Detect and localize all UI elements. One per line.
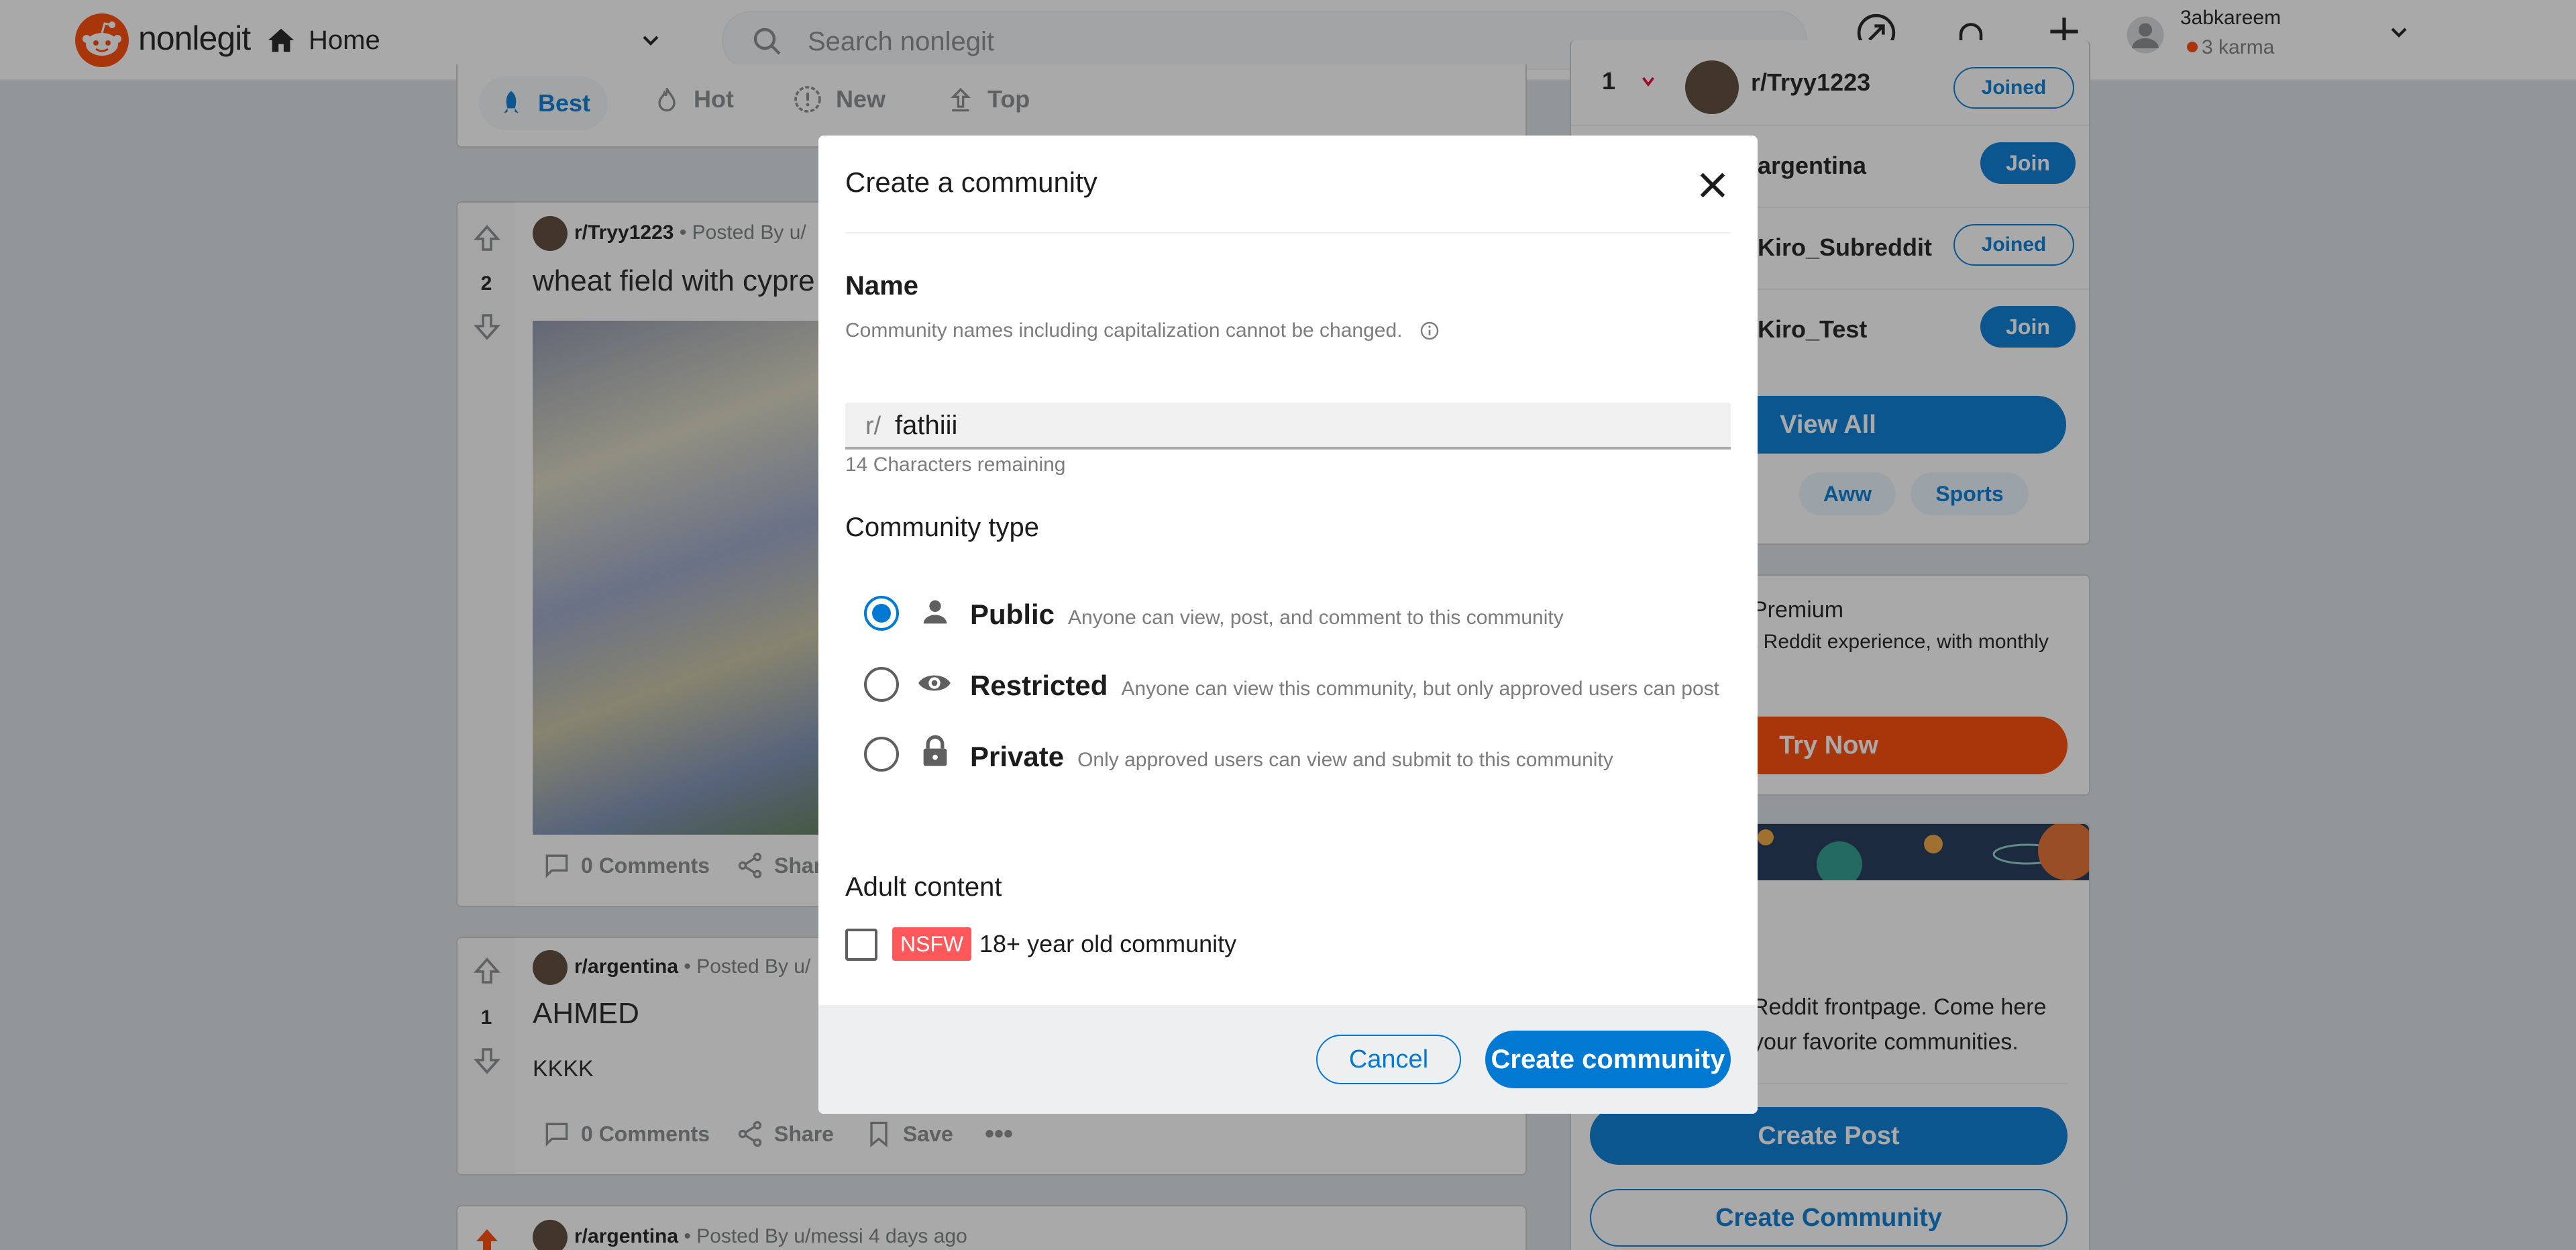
type-private-row[interactable]: Private Only approved users can view and… xyxy=(970,741,1613,773)
modal-divider xyxy=(845,232,1731,233)
name-prefix: r/ xyxy=(865,412,881,440)
person-icon xyxy=(918,594,953,629)
name-heading: Name xyxy=(845,271,918,301)
name-subtitle: Community names including capitalization… xyxy=(845,319,1403,342)
adult-checkbox-label[interactable]: 18+ year old community xyxy=(979,930,1236,958)
community-name-input[interactable]: fathiii xyxy=(895,411,957,441)
close-icon[interactable] xyxy=(1694,166,1731,204)
nsfw-badge: NSFW xyxy=(892,927,972,961)
type-label: Public xyxy=(970,598,1055,630)
characters-remaining: 14 Characters remaining xyxy=(845,454,1066,476)
community-type-heading: Community type xyxy=(845,513,1039,542)
type-description: Only approved users can view and submit … xyxy=(1077,749,1613,771)
info-icon[interactable] xyxy=(1419,320,1440,342)
lock-icon xyxy=(918,733,953,770)
type-public-row[interactable]: Public Anyone can view, post, and commen… xyxy=(970,598,1564,631)
type-label: Restricted xyxy=(970,670,1108,701)
create-community-submit-button[interactable]: Create community xyxy=(1485,1031,1731,1088)
community-name-field[interactable]: r/ fathiii xyxy=(845,403,1731,450)
modal-title: Create a community xyxy=(845,166,1097,198)
adult-content-heading: Adult content xyxy=(845,872,1002,902)
type-restricted-row[interactable]: Restricted Anyone can view this communit… xyxy=(970,670,1719,702)
type-description: Anyone can view this community, but only… xyxy=(1121,678,1719,700)
radio-public[interactable] xyxy=(864,596,899,631)
nsfw-checkbox[interactable] xyxy=(845,929,877,961)
type-description: Anyone can view, post, and comment to th… xyxy=(1068,607,1564,629)
radio-restricted[interactable] xyxy=(864,667,899,702)
eye-icon xyxy=(915,666,954,700)
name-subtitle-row: Community names including capitalization… xyxy=(845,319,1440,342)
radio-private[interactable] xyxy=(864,737,899,772)
create-community-modal: Create a community Name Community names … xyxy=(818,136,1758,1114)
cancel-button[interactable]: Cancel xyxy=(1316,1035,1461,1084)
type-label: Private xyxy=(970,741,1065,772)
modal-footer: Cancel Create community xyxy=(818,1005,1758,1114)
